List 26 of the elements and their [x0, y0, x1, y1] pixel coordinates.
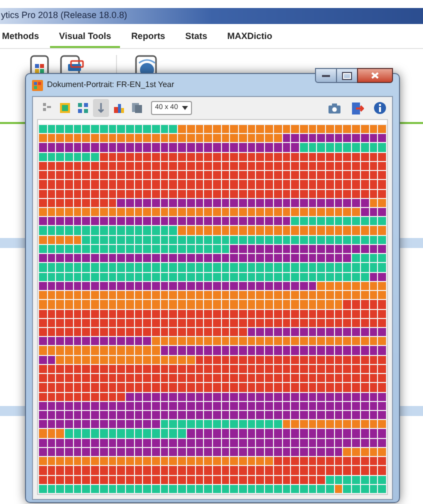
portrait-app-icon	[32, 80, 43, 90]
color-square-icon	[59, 102, 71, 114]
row-highlight	[398, 238, 423, 248]
info-icon[interactable]	[374, 102, 386, 114]
window-title: Dokument-Portrait: FR-EN_1st Year	[47, 79, 174, 91]
arrow-down-tool-button[interactable]	[93, 99, 109, 117]
list-icon	[41, 102, 53, 114]
chart-icon	[113, 102, 125, 114]
close-icon	[371, 72, 379, 79]
grid-icon	[77, 102, 89, 114]
arrow-down-icon	[95, 102, 107, 114]
close-button[interactable]	[357, 68, 393, 83]
pages-icon	[131, 102, 143, 114]
app-title: ytics Pro 2018 (Release 18.0.8)	[0, 9, 128, 22]
ribbon-tab[interactable]: Reports	[122, 28, 174, 48]
row-highlight	[0, 238, 25, 248]
row-highlight	[398, 406, 423, 416]
ribbon-tab[interactable]: Stats	[176, 28, 216, 48]
row-highlight	[0, 406, 25, 416]
maximize-button[interactable]	[337, 68, 357, 83]
camera-icon[interactable]	[328, 102, 341, 114]
minimize-button[interactable]	[315, 68, 337, 83]
caret-icon	[182, 106, 188, 110]
ribbon-tab[interactable]: Methods	[0, 28, 48, 48]
export-icon[interactable]	[351, 102, 364, 114]
ribbon-tab[interactable]: MAXDictio	[218, 28, 282, 48]
